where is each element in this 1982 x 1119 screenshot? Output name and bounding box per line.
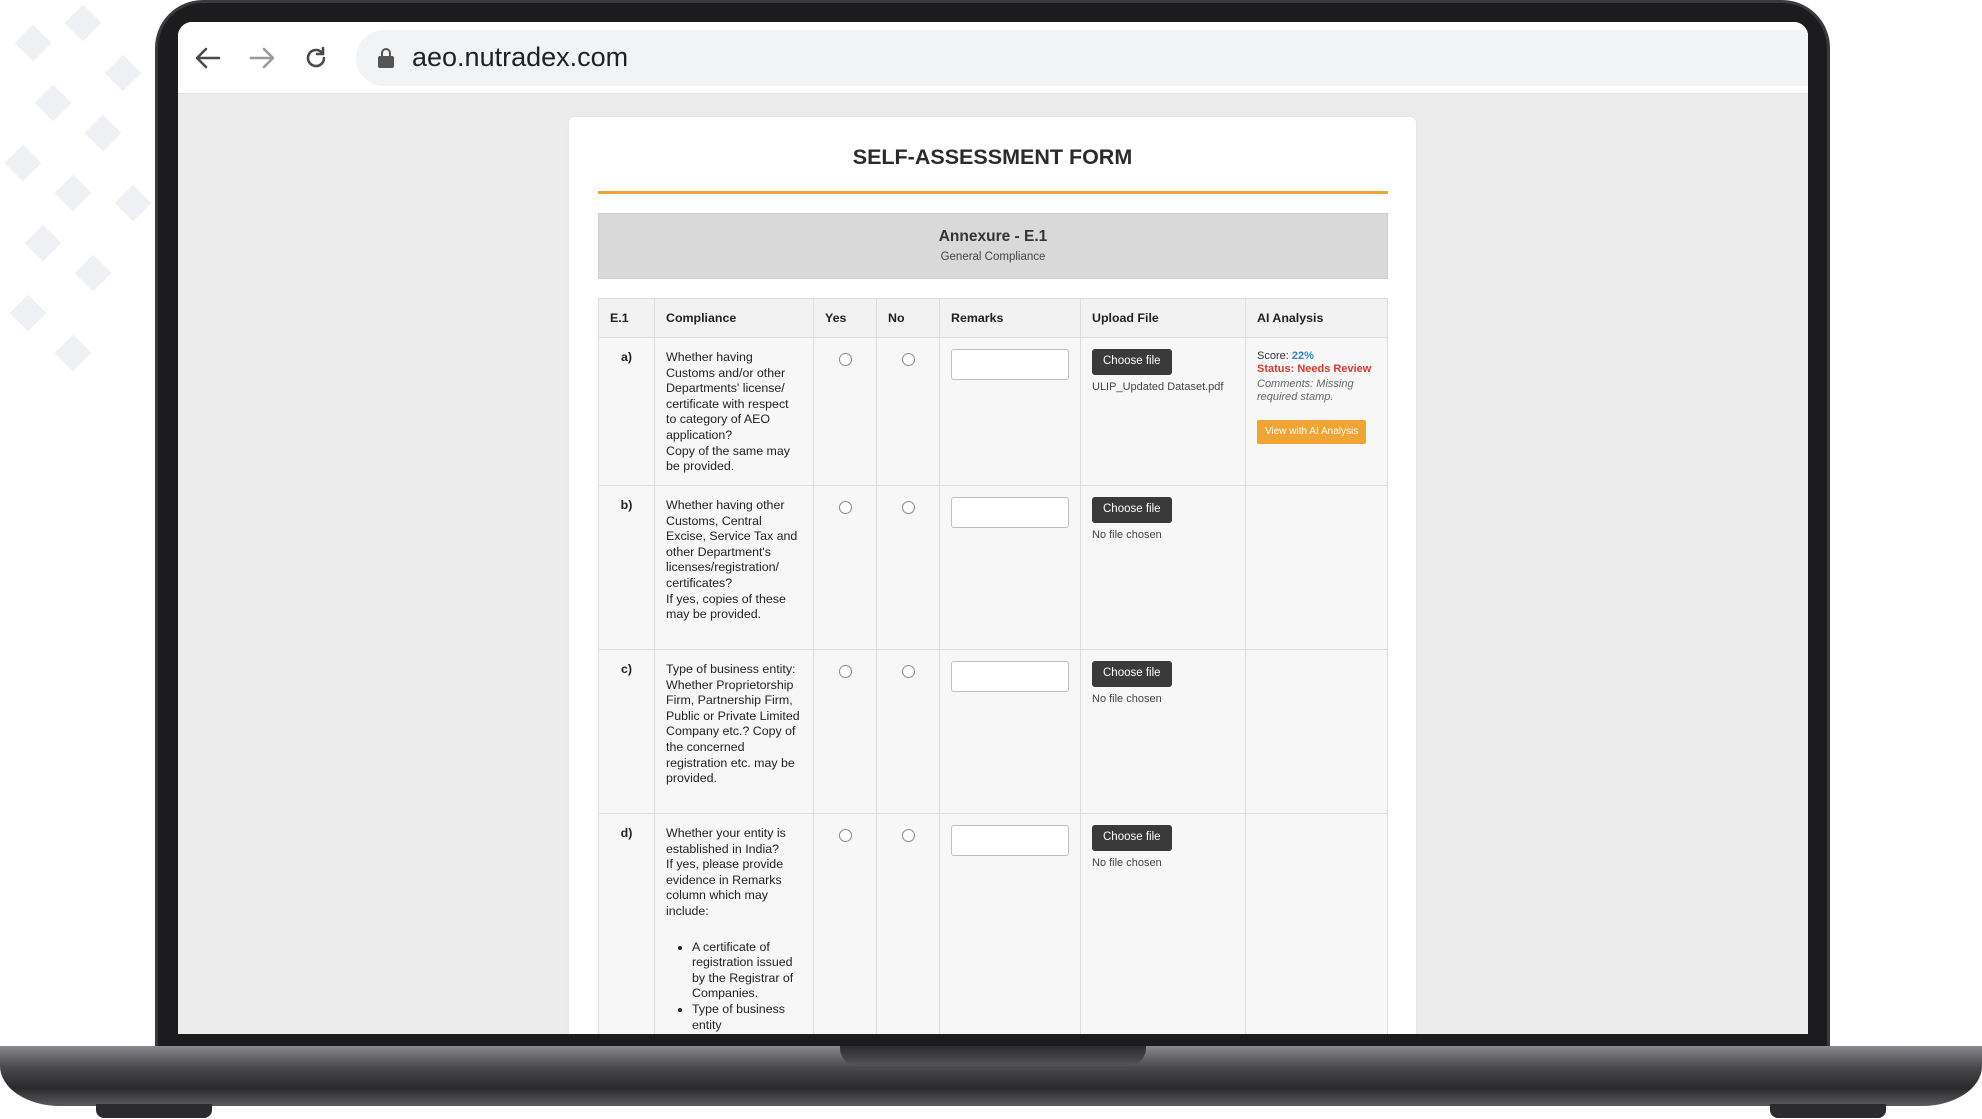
annexure-title: Annexure - E.1	[938, 228, 1048, 245]
row-id: d)	[598, 813, 655, 1034]
remarks-input[interactable]	[951, 349, 1069, 380]
file-name: No file chosen	[1092, 528, 1162, 541]
ai-analysis-cell	[1245, 485, 1388, 650]
remarks-input[interactable]	[951, 825, 1069, 856]
address-bar[interactable]: aeo.nutradex.com	[356, 30, 1808, 86]
lock-icon	[378, 48, 394, 68]
table-header-row: E.1 Compliance Yes No Remarks Upload Fil…	[598, 298, 1388, 338]
header-compliance: Compliance	[654, 298, 814, 338]
choose-file-button[interactable]: Choose file	[1092, 661, 1172, 687]
reload-icon[interactable]	[298, 40, 334, 76]
table-row: a) Whether having Customs and/or other D…	[598, 337, 1388, 486]
ai-analysis-cell	[1245, 649, 1388, 814]
ai-comments: Comments: Missing required stamp.	[1257, 378, 1354, 403]
remarks-input[interactable]	[951, 661, 1069, 692]
choose-file-button[interactable]: Choose file	[1092, 497, 1172, 523]
url-text: aeo.nutradex.com	[412, 42, 629, 72]
header-ai-analysis: AI Analysis	[1245, 298, 1388, 338]
laptop-foot-left	[96, 1104, 212, 1118]
laptop-foot-right	[1770, 1104, 1886, 1118]
remarks-input[interactable]	[951, 497, 1069, 528]
title-divider	[598, 191, 1388, 194]
row-id: b)	[598, 485, 655, 650]
choose-file-button[interactable]: Choose file	[1092, 349, 1172, 375]
annexure-subtitle: General Compliance	[940, 251, 1046, 263]
evidence-list: A certificate of registration issued by …	[692, 940, 802, 1034]
ai-analysis-cell	[1245, 813, 1388, 1034]
back-icon[interactable]	[190, 40, 226, 76]
table-row: c) Type of business entity: Whether Prop…	[598, 649, 1388, 814]
laptop-hinge-notch	[840, 1046, 1146, 1066]
form-card: SELF-ASSESSMENT FORM Annexure - E.1 Gene…	[569, 117, 1416, 1034]
table-row: b) Whether having other Customs, Central…	[598, 485, 1388, 650]
ai-score-value: 22%	[1291, 350, 1314, 362]
yes-radio[interactable]	[839, 665, 852, 678]
forward-icon[interactable]	[244, 40, 280, 76]
row-id: c)	[598, 649, 655, 814]
no-radio[interactable]	[902, 829, 915, 842]
compliance-cell: Whether your entity is established in In…	[654, 813, 814, 1034]
form-title: SELF-ASSESSMENT FORM	[852, 145, 1133, 169]
ai-score: Score: 22%	[1257, 350, 1314, 362]
compliance-text: Type of business entity: Whether Proprie…	[654, 649, 814, 814]
file-name: ULIP_Updated Dataset.pdf	[1092, 380, 1224, 393]
ai-analysis-cell: Score: 22% Status: Needs Review Comments…	[1245, 337, 1388, 486]
no-radio[interactable]	[902, 665, 915, 678]
view-ai-analysis-button[interactable]: View with AI Analysis	[1257, 420, 1367, 444]
ai-status: Status: Needs Review	[1257, 363, 1372, 375]
header-no: No	[876, 298, 940, 338]
yes-radio[interactable]	[839, 829, 852, 842]
no-radio[interactable]	[902, 501, 915, 514]
row-id: a)	[598, 337, 655, 486]
header-upload-file: Upload File	[1080, 298, 1246, 338]
list-item: A certificate of registration issued by …	[692, 940, 802, 1002]
header-e1: E.1	[598, 298, 655, 338]
compliance-text: Whether your entity is established in In…	[666, 826, 786, 918]
laptop-screen: aeo.nutradex.com SELF-ASSESSMENT FORM An…	[178, 22, 1808, 1034]
yes-radio[interactable]	[839, 501, 852, 514]
compliance-table: E.1 Compliance Yes No Remarks Upload Fil…	[598, 298, 1388, 1034]
file-name: No file chosen	[1092, 692, 1162, 705]
background-pattern	[0, 0, 170, 420]
choose-file-button[interactable]: Choose file	[1092, 825, 1172, 851]
no-radio[interactable]	[902, 353, 915, 366]
page-content: SELF-ASSESSMENT FORM Annexure - E.1 Gene…	[178, 94, 1808, 1034]
file-name: No file chosen	[1092, 856, 1162, 869]
header-remarks: Remarks	[939, 298, 1081, 338]
annexure-header: Annexure - E.1 General Compliance	[598, 213, 1388, 279]
list-item: Type of business entity	[692, 1002, 802, 1033]
yes-radio[interactable]	[839, 353, 852, 366]
browser-toolbar: aeo.nutradex.com	[178, 22, 1808, 94]
table-row: d) Whether your entity is established in…	[598, 813, 1388, 1034]
compliance-text: Whether having Customs and/or other Depa…	[654, 337, 814, 486]
header-yes: Yes	[813, 298, 877, 338]
compliance-text: Whether having other Customs, Central Ex…	[654, 485, 814, 650]
